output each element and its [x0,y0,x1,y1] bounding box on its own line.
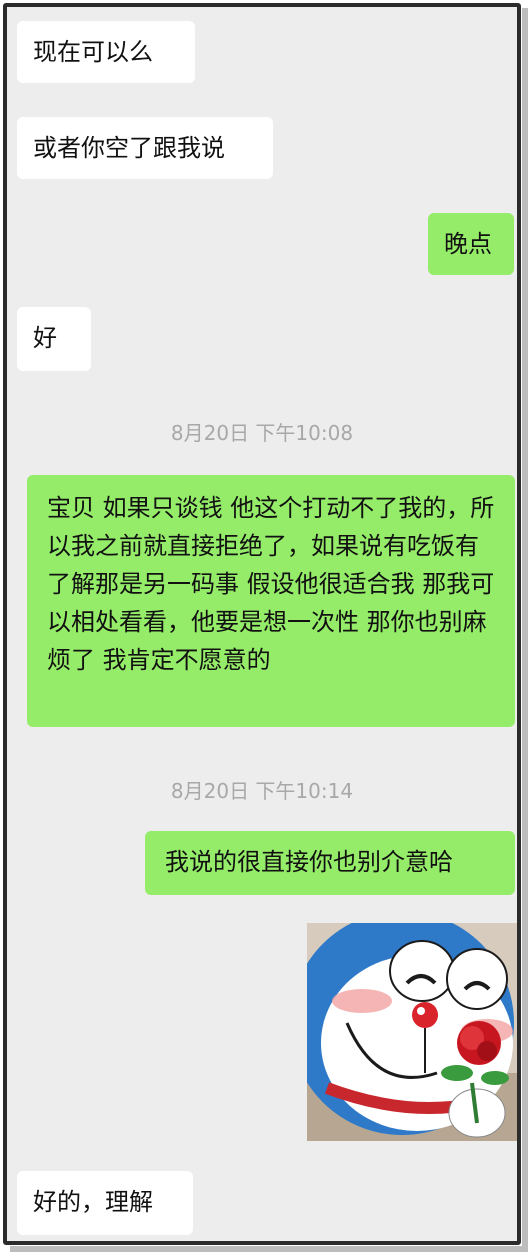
frame-shadow-bottom [10,1246,528,1252]
message-bubble-outgoing[interactable]: 我说的很直接你也别介意哈 [145,831,515,895]
message-text: 我说的很直接你也别介意哈 [165,848,453,876]
message-text: 好 [33,324,57,352]
message-bubble-incoming[interactable]: 或者你空了跟我说 [17,117,273,179]
message-bubble-incoming[interactable]: 好 [17,307,91,371]
timestamp: 8月20日 下午10:14 [170,779,354,803]
message-bubble-incoming[interactable]: 好的，理解 [17,1171,193,1235]
doraemon-icon [307,923,517,1141]
frame-shadow-right [522,8,528,1252]
message-text: 晚点 [444,230,492,258]
doraemon-rose-sticker[interactable] [307,923,517,1141]
message-bubble-outgoing[interactable]: 晚点 [428,213,514,275]
message-bubble-incoming[interactable]: 现在可以么 [17,21,195,83]
timestamp: 8月20日 下午10:08 [170,421,354,445]
message-text: 或者你空了跟我说 [33,134,225,162]
message-text: 宝贝 如果只谈钱 他这个打动不了我的，所以我之前就直接拒绝了，如果说有吃饭有了解… [47,494,495,674]
chat-window: 现在可以么 或者你空了跟我说 晚点 好 8月20日 下午10:08 宝贝 如果只… [3,3,521,1245]
message-bubble-outgoing[interactable]: 宝贝 如果只谈钱 他这个打动不了我的，所以我之前就直接拒绝了，如果说有吃饭有了解… [27,475,515,727]
message-text: 现在可以么 [33,38,153,66]
message-text: 好的，理解 [33,1188,153,1216]
